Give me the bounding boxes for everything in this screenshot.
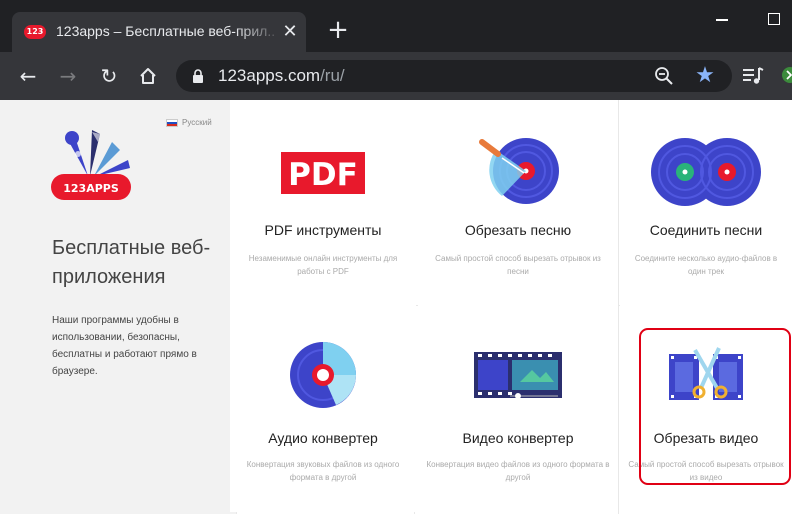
tool-title: PDF инструменты (264, 222, 382, 238)
reload-icon[interactable]: ↻ (95, 62, 123, 90)
russia-flag-icon (166, 118, 178, 127)
tool-card-join-songs[interactable]: Соединить песни Соедините несколько ауди… (620, 100, 792, 306)
tool-card-cut-song[interactable]: Обрезать песню Самый простой способ выре… (418, 100, 618, 306)
tool-card-pdf[interactable]: PDF PDF инструменты Незаменимые онлайн и… (230, 100, 416, 306)
home-icon (140, 68, 156, 84)
sidebar: Русский 123APPS Бесплатные веб-приложени… (0, 100, 236, 514)
tab-favicon-icon: 123 (24, 25, 46, 39)
join-songs-icon (651, 138, 761, 206)
logo-swiss-knife-icon[interactable]: 123APPS (48, 126, 134, 204)
highlight-outline (639, 328, 791, 485)
url-text: 123apps.com/ru/ (218, 66, 345, 86)
tab-title-fade (234, 16, 284, 46)
lock-icon (193, 69, 203, 83)
tool-title: Обрезать песню (464, 222, 572, 238)
new-tab-button[interactable]: + (324, 16, 352, 44)
extension-icon[interactable] (776, 66, 792, 86)
grid-divider (618, 100, 619, 514)
browser-titlebar: 123 123apps – Бесплатные веб-прил... ✕ + (0, 0, 792, 52)
cut-song-icon (479, 138, 559, 204)
tab-close-icon[interactable]: ✕ (280, 22, 300, 42)
tool-description: Самый простой способ вырезать отрывок из… (435, 254, 601, 276)
svg-text:PDF: PDF (288, 157, 358, 193)
logo-text: 123APPS (63, 182, 119, 195)
maximize-window-icon[interactable] (768, 13, 780, 25)
tool-description: Незаменимые онлайн инструменты для работ… (248, 254, 398, 276)
language-selector[interactable]: Русский (166, 118, 212, 127)
tool-title: Соединить песни (649, 222, 763, 238)
back-arrow-icon[interactable]: ← (14, 62, 42, 90)
video-converter-icon (474, 352, 562, 399)
home-button[interactable] (134, 62, 162, 90)
tool-description: Конвертация видео файлов из одного форма… (426, 460, 610, 482)
zoom-out-icon[interactable] (654, 66, 674, 86)
tool-description: Соедините несколько аудио-файлов в один … (634, 254, 778, 276)
url-host: 123apps.com (218, 66, 321, 85)
tool-description: Конвертация звуковых файлов из одного фо… (246, 460, 400, 482)
hero-text: Наши программы удобны в использовании, б… (52, 315, 197, 377)
url-path: /ru/ (320, 66, 345, 85)
media-control-icon[interactable] (742, 66, 764, 86)
tool-card-audio-converter[interactable]: Аудио конвертер Конвертация звуковых фай… (230, 306, 416, 512)
language-label: Русский (182, 118, 212, 127)
tool-title: Видео конвертер (462, 430, 574, 446)
pdf-icon: PDF (281, 152, 365, 194)
bookmark-star-icon[interactable]: ★ (692, 63, 718, 89)
hero-title: Бесплатные веб-приложения (52, 237, 211, 288)
minimize-window-icon[interactable] (716, 19, 728, 21)
tool-card-video-converter[interactable]: Видео конвертер Конвертация видео файлов… (418, 306, 618, 512)
browser-tab[interactable]: 123 123apps – Бесплатные веб-прил... ✕ (12, 12, 306, 52)
forward-arrow-icon[interactable]: → (54, 62, 82, 90)
address-bar[interactable]: 123apps.com/ru/ ★ (176, 60, 732, 92)
tool-title: Аудио конвертер (268, 430, 378, 446)
audio-converter-icon (290, 342, 356, 408)
browser-toolbar: ← → ↻ 123apps.com/ru/ ★ (0, 52, 792, 100)
